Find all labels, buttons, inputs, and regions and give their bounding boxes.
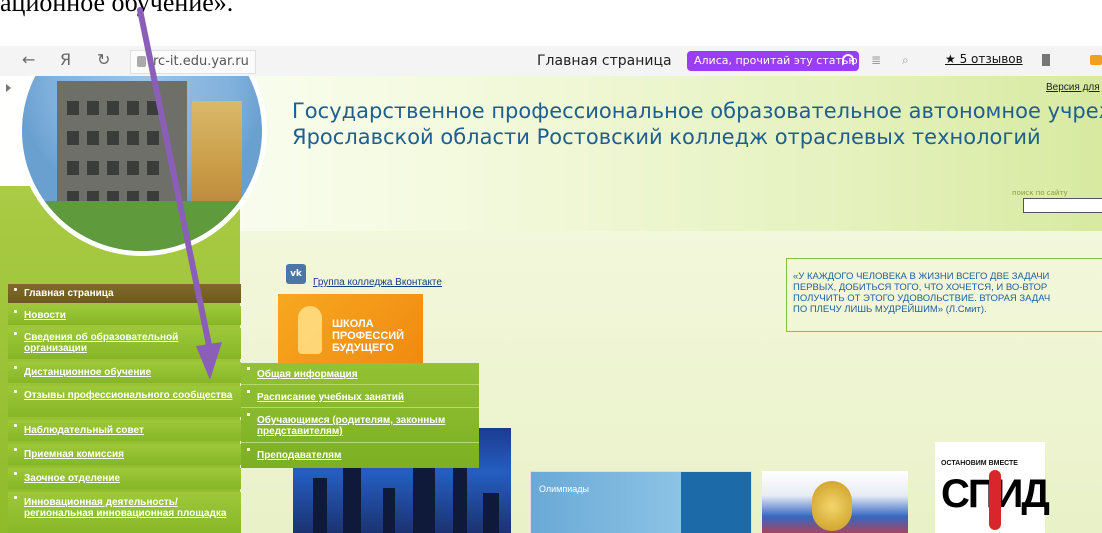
headphones-icon [842,54,854,66]
quote-box: «У КАЖДОГО ЧЕЛОВЕКА В ЖИЗНИ ВСЕГО ДВЕ ЗА… [786,258,1102,332]
menu-item-admissions[interactable]: Приемная комиссия [8,444,241,465]
menu-item-extramural[interactable]: Заочное отделение [8,468,241,489]
grass-area [22,201,262,251]
reader-mode-icon[interactable]: ≣ [871,54,883,66]
expand-arrow-icon[interactable] [6,84,11,92]
alice-read-label: Алиса, прочитай эту статью [694,54,858,67]
submenu-item-schedule[interactable]: Расписание учебных занятий [241,386,479,408]
college-title: Государственное профессиональное образов… [292,98,1102,150]
college-title-line1: Государственное профессиональное образов… [292,99,1102,123]
search-label: поиск по сайту [1012,189,1068,197]
extension-icon[interactable] [1090,55,1102,65]
browser-toolbar: ← Я ↻ rc-it.edu.yar.ru Главная страница … [0,46,1102,77]
olympiads-label: Олимпиады [539,484,589,494]
back-button[interactable]: ← [22,50,35,69]
school-banner-line2: ПРОФЕССИЙ [332,330,405,342]
quote-line3: ПОЛУЧИТЬ ОТ ЭТОГО УДОВОЛЬСТВИЕ. ВТОРАЯ З… [793,293,1051,304]
gto-banner[interactable] [762,471,908,533]
vk-group-link[interactable]: Группа колледжа Вконтакте [313,277,442,288]
school-banner-text: ШКОЛА ПРОФЕССИЙ БУДУЩЕГО [332,318,404,354]
search-icon[interactable]: ⌕ [902,54,914,66]
olympiads-image: Олимпиады [531,472,681,533]
site-search-input[interactable] [1023,198,1102,213]
quote-line1: «У КАЖДОГО ЧЕЛОВЕКА В ЖИЗНИ ВСЕГО ДВЕ ЗА… [793,271,1050,282]
person-figure-icon [298,306,322,354]
stop-aids-caption: ОСТАНОВИМ ВМЕСТЕ [941,460,1018,467]
accessible-version-link[interactable]: Версия для [1046,82,1100,93]
menu-item-supervisory-board[interactable]: Наблюдательный совет [8,420,241,441]
address-bar[interactable]: rc-it.edu.yar.ru [130,50,256,74]
reviews-link[interactable]: ★ 5 отзывов [945,52,1023,66]
submenu-item-teachers[interactable]: Преподавателям [241,444,479,466]
menu-item-distance-learning[interactable]: Дистанционное обучение [8,362,241,383]
reload-icon[interactable]: ↻ [97,50,110,69]
submenu-item-students-parents[interactable]: Обучающимся (родителям, законным предста… [241,409,479,443]
school-of-professions-banner[interactable]: ШКОЛА ПРОФЕССИЙ БУДУЩЕГО [278,294,423,364]
page-title: Главная страница [537,53,672,69]
olympiads-banner[interactable]: Олимпиады [530,471,752,533]
bookmark-icon[interactable] [1042,54,1050,66]
menu-item-org-info[interactable]: Сведения об образовательной организации [8,328,241,359]
caption-text: ационное обучение». [0,0,234,17]
stop-aids-banner[interactable]: ОСТАНОВИМ ВМЕСТЕ СПИД [935,442,1050,533]
olympiads-side-panel [681,472,751,533]
menu-item-news[interactable]: Новости [8,306,241,325]
lock-icon [137,56,146,67]
school-banner-line1: ШКОЛА [332,318,374,330]
menu-item-innovation[interactable]: Инновационная деятельность/ региональная… [8,492,241,533]
quote-line4: ПО ПЛЕЧУ ЛИШЬ МУДРЕЙШИМ» (Л.Смит). [793,304,987,315]
school-banner-line3: БУДУЩЕГО [332,342,394,354]
caption-text-fragment: ационное обучение». [0,0,1102,40]
red-ribbon-icon [989,470,1001,530]
menu-item-professional-reviews[interactable]: Отзывы профессионального сообщества [8,386,241,417]
college-title-line2: Ярославской области Ростовский колледж о… [292,125,1041,149]
site-page: Версия для Государственное профессиональ… [0,76,1102,533]
menu-item-home[interactable]: Главная страница [8,284,241,303]
college-building-photo [17,76,267,256]
distance-learning-submenu: Общая информация Расписание учебных заня… [241,363,479,468]
yandex-icon[interactable]: Я [60,50,71,69]
alice-read-button[interactable]: Алиса, прочитай эту статью [687,51,859,71]
url-text: rc-it.edu.yar.ru [153,54,249,69]
quote-line2: ПЕРВЫХ, ДОБИТЬСЯ ТОГО, ЧТО ХОЧЕТСЯ, И ВО… [793,282,1048,293]
gto-medal-icon [812,481,852,531]
submenu-item-general-info[interactable]: Общая информация [241,363,479,385]
vk-icon[interactable]: vk [286,264,306,284]
